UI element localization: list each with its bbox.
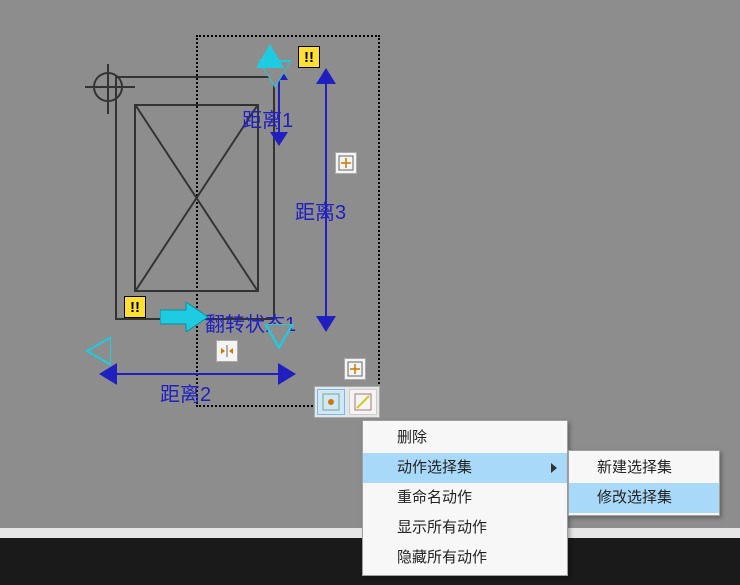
context-submenu: 新建选择集 修改选择集	[568, 450, 720, 516]
inner-panel	[134, 104, 259, 292]
ctx-item-delete[interactable]: 删除	[363, 423, 567, 453]
ctx-item-label: 新建选择集	[597, 459, 672, 476]
flip-action-icon[interactable]	[216, 340, 238, 362]
tool-button-2[interactable]	[349, 389, 377, 415]
panel-diagonals	[136, 106, 257, 290]
chevron-right-icon	[551, 463, 557, 473]
dim-arrow-down-icon	[270, 132, 288, 146]
stretch-action-icon[interactable]	[335, 152, 357, 174]
grip-arrow-left-inner	[89, 339, 110, 363]
distance1-label: 距离1	[242, 104, 293, 133]
sub-item-new-selection[interactable]: 新建选择集	[569, 453, 719, 483]
tool-button-1[interactable]	[317, 389, 345, 415]
ctx-item-label: 隐藏所有动作	[397, 549, 487, 566]
ctx-item-label: 修改选择集	[597, 489, 672, 506]
ctx-item-label: 动作选择集	[397, 459, 472, 476]
origin-marker-icon	[93, 72, 123, 102]
flip-grip-arrow-icon[interactable]	[160, 302, 208, 332]
ctx-item-action-selection[interactable]: 动作选择集	[363, 453, 567, 483]
ctx-item-show-all[interactable]: 显示所有动作	[363, 513, 567, 543]
ctx-item-label: 显示所有动作	[397, 519, 487, 536]
tool-toggle-pair	[314, 386, 380, 418]
dim2-line	[115, 373, 280, 375]
distance2-label: 距离2	[160, 378, 211, 407]
distance3-label: 距离3	[295, 196, 346, 225]
context-menu: 删除 动作选择集 重命名动作 显示所有动作 隐藏所有动作	[362, 420, 568, 576]
dim-arrow-left-icon	[99, 363, 117, 385]
warning-icon: !!	[298, 46, 320, 68]
ctx-item-rename[interactable]: 重命名动作	[363, 483, 567, 513]
dim-arrow-down-icon	[316, 316, 336, 332]
ctx-item-hide-all[interactable]: 隐藏所有动作	[363, 543, 567, 573]
dim-arrow-up-icon	[316, 68, 336, 84]
warning-icon: !!	[124, 296, 146, 318]
ctx-item-label: 删除	[397, 429, 427, 446]
ctx-item-label: 重命名动作	[397, 489, 472, 506]
dim-arrow-right-icon	[278, 363, 296, 385]
stretch-action-icon[interactable]	[344, 358, 366, 380]
sub-item-modify-selection[interactable]: 修改选择集	[569, 483, 719, 513]
grip-arrow-down2-inner	[267, 325, 291, 345]
grip-arrow-up-icon[interactable]	[256, 44, 284, 68]
